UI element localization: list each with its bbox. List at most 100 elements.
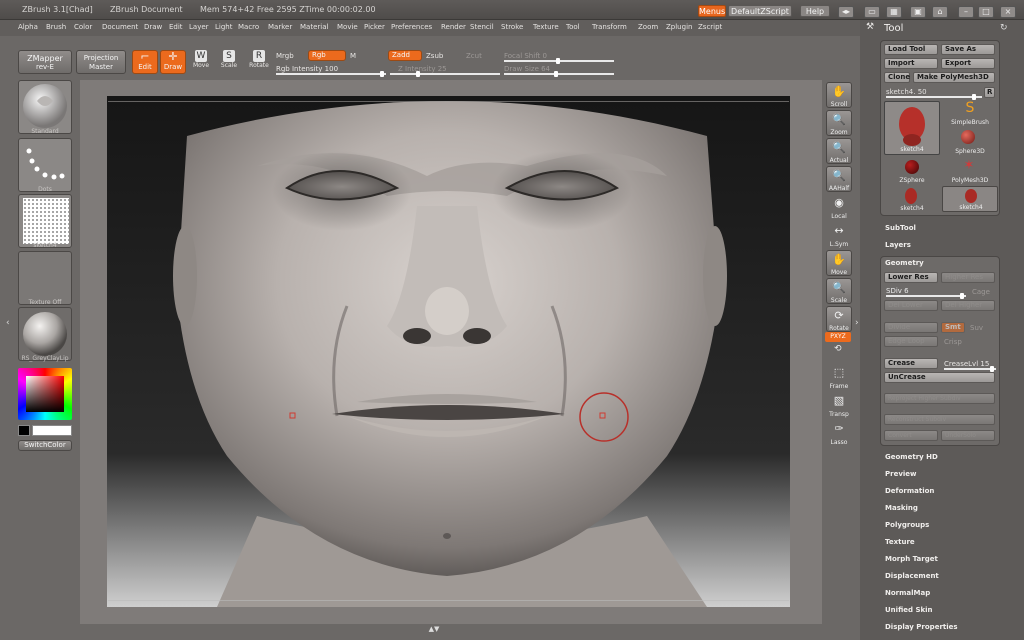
arrows-icon[interactable]: ◂▸ [838,6,854,18]
texture-off-thumb[interactable] [18,251,72,305]
section-display-properties[interactable]: Display Properties [885,623,958,631]
del-lower-button[interactable]: Del Lower [884,300,938,311]
sketch4-small-icon[interactable] [905,188,917,204]
crease-button[interactable]: Crease [884,358,938,369]
menu-zplugin[interactable]: Zplugin [666,23,692,31]
crisp-toggle[interactable]: Crisp [944,338,962,346]
rgb-intensity-slider[interactable] [276,71,386,77]
color-picker[interactable] [18,368,72,420]
menu-color[interactable]: Color [74,23,92,31]
main-color-swatch[interactable] [32,425,72,436]
menu-light[interactable]: Light [215,23,232,31]
clone-button[interactable]: Clone [884,72,910,83]
export-button[interactable]: Export [941,58,995,69]
lock-icon[interactable]: ⌂ [932,6,948,18]
menu-transform[interactable]: Transform [592,23,627,31]
menu-stencil[interactable]: Stencil [470,23,494,31]
section-unified-skin[interactable]: Unified Skin [885,606,933,614]
maximize-icon[interactable]: □ [978,6,994,18]
make-polymesh-button[interactable]: Make PolyMesh3D [913,72,995,83]
draw-size-slider[interactable] [504,71,614,77]
switch-color-button[interactable]: SwitchColor [18,440,72,451]
convert-undersolo-button[interactable]: UnderSolo [941,430,995,441]
crease-level-slider[interactable] [944,366,996,372]
menu-edit[interactable]: Edit [169,23,183,31]
subtool-section[interactable]: SubTool [885,224,916,232]
pxyz-toggle[interactable]: PXYZ [825,332,851,342]
scale-button[interactable]: S Scale [218,50,240,74]
thumb-sketch4-selected[interactable]: sketch4 [942,186,998,212]
reproject-button[interactable]: Reproject Higher Subdiv [884,393,995,404]
default-zscript-button[interactable]: DefaultZScript [728,5,792,17]
edit-button[interactable]: ⌐ Edit [132,50,158,74]
rotate-button[interactable]: R Rotate [246,50,272,74]
convert-button[interactable]: Convert [884,430,938,441]
higher-res-button[interactable]: Higher Res [941,272,995,283]
cage-toggle[interactable]: Cage [972,288,990,296]
help-button[interactable]: Help [800,5,830,17]
zsphere-icon[interactable] [905,160,919,174]
layers-section[interactable]: Layers [885,241,911,249]
section-deformation[interactable]: Deformation [885,487,934,495]
material-thumb[interactable] [18,307,72,361]
hide-icon[interactable]: ▭ [864,6,880,18]
secondary-color-swatch[interactable] [18,425,30,436]
menu-movie[interactable]: Movie [337,23,358,31]
uncrease-button[interactable]: UnCrease [884,372,995,383]
collapse-left-icon[interactable]: ‹ [6,318,14,334]
zsub-toggle[interactable]: Zsub [426,52,443,60]
sdiv-slider[interactable] [886,293,966,299]
menu-preferences[interactable]: Preferences [391,23,432,31]
menu-picker[interactable]: Picker [364,23,385,31]
alpha-sketch4-thumb[interactable] [18,194,72,248]
save-as-button[interactable]: Save As [941,44,995,55]
menu-zoom[interactable]: Zoom [638,23,658,31]
section-texture[interactable]: Texture [885,538,915,546]
reconstruct-button[interactable]: Reconstruct Subdiv [884,414,995,425]
section-preview[interactable]: Preview [885,470,917,478]
section-geometry-hd[interactable]: Geometry HD [885,453,938,461]
section-polygroups[interactable]: Polygroups [885,521,929,529]
menu-tool[interactable]: Tool [566,23,580,31]
section-morph-target[interactable]: Morph Target [885,555,938,563]
z-intensity-slider[interactable] [390,71,500,77]
section-displacement[interactable]: Displacement [885,572,939,580]
menu-draw[interactable]: Draw [144,23,162,31]
saturation-square[interactable] [26,376,64,412]
layout-icon[interactable]: ▦ [886,6,902,18]
draw-button[interactable]: ✛ Draw [160,50,186,74]
section-masking[interactable]: Masking [885,504,918,512]
menu-alpha[interactable]: Alpha [18,23,38,31]
projection-master-button[interactable]: Projection Master [76,50,126,74]
minimize-icon[interactable]: – [958,6,974,18]
zadd-toggle[interactable]: Zadd [388,50,422,61]
close-icon[interactable]: × [1000,6,1016,18]
expand-bottom-icon[interactable]: ▲▼ [404,625,464,633]
layout2-icon[interactable]: ▣ [910,6,926,18]
menu-zscript[interactable]: Zscript [698,23,722,31]
menu-texture[interactable]: Texture [533,23,559,31]
current-tool-slider[interactable] [886,94,982,100]
r-button[interactable]: R [984,87,995,98]
mrgb-toggle[interactable]: Mrgb [276,52,294,60]
load-tool-button[interactable]: Load Tool [884,44,938,55]
menus-button[interactable]: Menus [698,5,726,17]
brush-standard-thumb[interactable] [18,80,72,134]
geometry-section[interactable]: Geometry [885,259,924,267]
divide-button[interactable]: Divide [884,322,938,333]
zmapper-button[interactable]: ZMapper rev-E [18,50,72,74]
suv-toggle[interactable]: Suv [970,324,983,332]
rotate-axis-icon[interactable]: ⟲ [834,344,842,354]
smt-toggle[interactable]: Smt [941,322,965,333]
menu-render[interactable]: Render [441,23,466,31]
import-button[interactable]: Import [884,58,938,69]
simplebrush-icon[interactable]: S [955,100,985,120]
section-normalmap[interactable]: NormalMap [885,589,930,597]
edge-loop-button[interactable]: Edge Loop [884,336,938,347]
polymesh3d-icon[interactable]: ✶ [961,158,977,174]
menu-brush[interactable]: Brush [46,23,66,31]
menu-layer[interactable]: Layer [189,23,209,31]
sphere3d-icon[interactable] [961,130,975,144]
lower-res-button[interactable]: Lower Res [884,272,938,283]
document-viewport[interactable] [107,96,790,607]
